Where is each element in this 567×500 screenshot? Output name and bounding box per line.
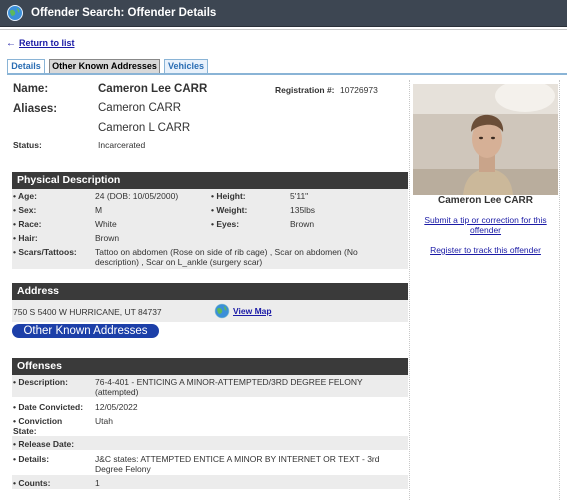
offender-photo [413,84,558,195]
weight-label: • Weight: [211,205,248,215]
sex-value: M [95,205,103,215]
counts-block [12,475,408,489]
offender-name: Cameron Lee CARR [98,83,208,95]
conviction-state-value: Utah [95,416,113,426]
tab-details[interactable]: Details [7,59,45,74]
date-convicted-label: • Date Convicted: [13,402,84,412]
details-value: J&C states: ATTEMPTED ENTICE A MINOR BY … [95,454,380,474]
divider [0,29,567,30]
arrow-left-icon: ← [6,38,16,49]
height-value: 5'11" [290,191,309,201]
release-date-label: • Release Date: [13,439,75,449]
address-line: 750 S 5400 W HURRICANE, UT 84737 [13,307,162,317]
offense-description-value: 76-4-401 - ENTICING A MINOR-ATTEMPTED/3R… [95,377,363,397]
date-convicted-value: 12/05/2022 [95,402,138,412]
status-value: Incarcerated [98,140,146,150]
race-value: White [95,219,117,229]
physical-description-heading: Physical Description [12,172,408,189]
conviction-state-label: • Conviction State: [13,416,63,436]
title-bar: Offender Search: Offender Details [0,0,567,27]
window-title: Offender Search: Offender Details [31,7,217,19]
sex-label: • Sex: [13,205,37,215]
details-label: • Details: [13,454,50,464]
eyes-label: • Eyes: [211,219,240,229]
tab-vehicles[interactable]: Vehicles [164,59,208,74]
offense-description-label: • Description: [13,377,68,387]
photo-caption: Cameron Lee CARR [437,195,534,206]
scars-label: • Scars/Tattoos: [13,247,77,257]
scars-value: Tattoo on abdomen (Rose on side of rib c… [95,247,358,267]
offender-photo-image [413,84,558,195]
submit-tip-link[interactable]: Submit a tip or correction for this offe… [410,215,561,235]
registration-label: Registration #: [275,85,335,95]
age-label: • Age: [13,191,37,201]
globe-icon [7,5,23,21]
alias-item: Cameron L CARR [98,122,191,134]
details-panel: Name: Cameron Lee CARR Registration #: 1… [8,78,408,500]
eyes-value: Brown [290,219,315,229]
counts-label: • Counts: [13,478,51,488]
registration-number: 10726973 [340,85,378,95]
offenses-heading: Offenses [12,358,408,375]
register-track-link[interactable]: Register to track this offender [410,245,561,255]
return-to-list-link[interactable]: ← Return to list [6,38,75,49]
alias-item: Cameron CARR [98,102,182,114]
photo-panel: Cameron Lee CARR Submit a tip or correct… [409,80,560,500]
hair-value: Brown [95,233,120,243]
weight-value: 135lbs [290,205,316,215]
height-label: • Height: [211,191,246,201]
hair-label: • Hair: [13,233,38,243]
address-heading: Address [12,283,408,300]
map-globe-icon[interactable] [214,303,230,319]
aliases-label: Aliases: [13,103,58,115]
name-label: Name: [13,83,49,95]
other-known-addresses-button[interactable]: Other Known Addresses [12,324,159,338]
status-label: Status: [13,140,42,150]
view-map-link[interactable]: View Map [233,306,272,316]
tab-underline [7,73,567,75]
counts-value: 1 [95,478,100,488]
age-value: 24 (DOB: 10/05/2000) [95,191,179,201]
tab-other-known-addresses[interactable]: Other Known Addresses [49,59,160,74]
race-label: • Race: [13,219,42,229]
